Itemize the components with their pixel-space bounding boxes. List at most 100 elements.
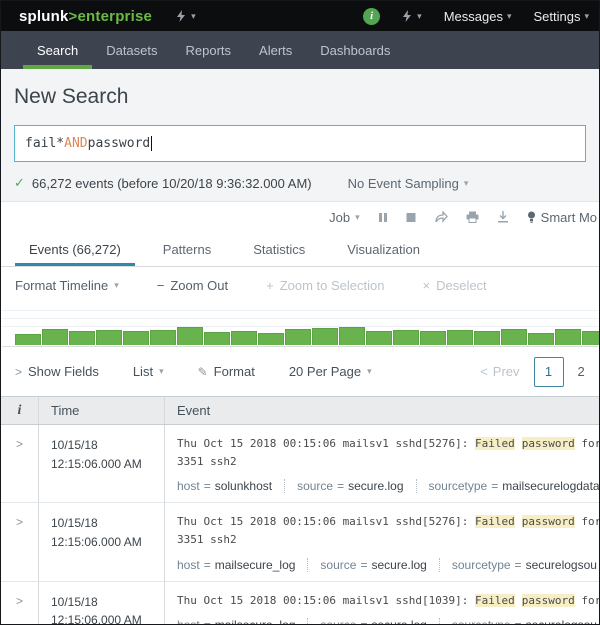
timeline-bar[interactable] <box>15 334 41 345</box>
field-value[interactable]: securelogsou <box>526 558 597 572</box>
job-label: Job <box>329 210 350 225</box>
expand-chevron-icon[interactable]: > <box>16 515 23 529</box>
caret-down-icon: ▾ <box>507 11 512 22</box>
caret-down-icon: ▾ <box>355 212 360 223</box>
timeline-bar[interactable] <box>258 333 284 345</box>
event-fields: host=mailsecure_log source=secure.log so… <box>177 558 599 572</box>
export-button[interactable] <box>497 211 509 223</box>
field-value[interactable]: solunkhost <box>215 479 272 493</box>
timeline-bar[interactable] <box>150 330 176 345</box>
expand-chevron-icon[interactable]: > <box>16 437 23 451</box>
timeline-bar[interactable] <box>501 329 527 345</box>
field-host: host=mailsecure_log <box>177 618 295 625</box>
highlight-term: Failed <box>475 594 515 607</box>
chevron-right-icon: > <box>15 365 22 379</box>
field-sourcetype: sourcetype=mailsecurelogdata <box>416 479 600 493</box>
zoom-out-button[interactable]: − Zoom Out <box>157 278 228 293</box>
nav-item-datasets[interactable]: Datasets <box>92 31 171 69</box>
field-value[interactable]: mailsecure_log <box>215 558 296 572</box>
help-button[interactable]: i <box>363 8 380 25</box>
list-label: List <box>133 364 153 379</box>
highlight-term: password <box>522 437 575 450</box>
field-value[interactable]: secure.log <box>371 558 426 572</box>
timeline-bar[interactable] <box>582 331 600 345</box>
event-text: Thu Oct 15 2018 00:15:06 mailsv1 sshd[52… <box>177 437 475 450</box>
field-value[interactable]: secure.log <box>348 479 403 493</box>
timeline-bar[interactable] <box>447 330 473 345</box>
nav-item-reports[interactable]: Reports <box>172 31 246 69</box>
search-input[interactable]: fail* AND password <box>14 125 586 162</box>
event-date: 10/15/18 <box>51 436 164 455</box>
search-mode-menu[interactable]: Smart Mo <box>527 210 597 225</box>
equals-sign: = <box>360 558 367 572</box>
stop-button[interactable] <box>406 212 416 223</box>
page-2-button[interactable]: 2 <box>578 364 585 379</box>
timeline-bar[interactable] <box>204 332 230 345</box>
timeline-bar[interactable] <box>123 331 149 345</box>
timeline-bar[interactable] <box>285 329 311 345</box>
event-clock: 12:15:06.000 AM <box>51 533 164 552</box>
stop-icon <box>406 212 416 223</box>
messages-menu[interactable]: Messages ▾ <box>444 9 512 24</box>
pause-button[interactable] <box>378 212 388 223</box>
job-summary-row: ✓ 66,272 events (before 10/20/18 9:36:32… <box>14 175 586 191</box>
timeline-chart-bars <box>15 327 598 345</box>
per-page-label: 20 Per Page <box>289 364 361 379</box>
timeline-bar[interactable] <box>42 329 68 345</box>
nav-item-dashboards[interactable]: Dashboards <box>306 31 404 69</box>
timeline-bar[interactable] <box>231 331 257 345</box>
header-event-label: Event <box>177 403 210 418</box>
timeline-bar[interactable] <box>393 330 419 345</box>
tab-statistics[interactable]: Statistics <box>239 232 319 266</box>
caret-down-icon: ▾ <box>584 11 589 22</box>
activity-menu[interactable]: ▾ <box>176 10 196 22</box>
splunk-logo[interactable]: splunk>enterprise <box>19 8 152 25</box>
timeline-bar[interactable] <box>366 331 392 345</box>
activity-button[interactable]: ▾ <box>402 10 422 22</box>
field-label: source <box>320 558 356 572</box>
tab-label: Patterns <box>163 242 211 257</box>
messages-label: Messages <box>444 9 503 24</box>
print-button[interactable] <box>466 211 479 223</box>
list-format-menu[interactable]: List ▾ <box>133 364 164 379</box>
field-value[interactable]: secure.log <box>371 618 426 625</box>
timeline-bar[interactable] <box>474 331 500 345</box>
tab-events[interactable]: Events (66,272) <box>15 232 135 266</box>
nav-item-search[interactable]: Search <box>23 31 92 69</box>
caret-down-icon: ▾ <box>464 178 469 189</box>
format-timeline-menu[interactable]: Format Timeline ▾ <box>15 278 119 293</box>
tab-label: Visualization <box>347 242 420 257</box>
show-fields-button[interactable]: > Show Fields <box>15 364 99 379</box>
timeline-bar[interactable] <box>339 327 365 345</box>
job-menu[interactable]: Job ▾ <box>329 210 360 225</box>
field-label: sourcetype <box>452 618 511 625</box>
event-clock: 12:15:06.000 AM <box>51 611 164 625</box>
format-button[interactable]: ✎ Format <box>198 364 255 379</box>
expand-chevron-icon[interactable]: > <box>16 594 23 608</box>
settings-menu[interactable]: Settings ▾ <box>533 9 589 24</box>
timeline-bar[interactable] <box>69 331 95 345</box>
share-button[interactable] <box>434 211 448 223</box>
field-value[interactable]: securelogsou <box>526 618 597 625</box>
field-sourcetype: sourcetype=securelogsou <box>439 618 597 625</box>
timeline-bar[interactable] <box>555 329 581 345</box>
nav-item-alerts[interactable]: Alerts <box>245 31 306 69</box>
timeline-bar[interactable] <box>420 331 446 345</box>
timeline-histogram <box>2 303 598 347</box>
per-page-menu[interactable]: 20 Per Page ▾ <box>289 364 372 379</box>
tab-patterns[interactable]: Patterns <box>149 232 225 266</box>
event-sampling-menu[interactable]: No Event Sampling ▾ <box>348 176 469 191</box>
tab-visualization[interactable]: Visualization <box>333 232 434 266</box>
field-value[interactable]: mailsecure_log <box>215 618 296 625</box>
timeline-bar[interactable] <box>312 328 338 345</box>
timeline-bar[interactable] <box>96 330 122 345</box>
lightning-icon <box>402 10 413 22</box>
page-1-button[interactable]: 1 <box>534 357 564 387</box>
event-raw-text: 3351 ssh2 <box>177 453 599 471</box>
timeline-bar[interactable] <box>528 333 554 345</box>
event-raw-text: Thu Oct 15 2018 00:15:06 mailsv1 sshd[10… <box>177 592 599 610</box>
event-time: 10/15/18 12:15:06.000 AM <box>39 425 165 502</box>
timeline-bar[interactable] <box>177 327 203 345</box>
field-value[interactable]: mailsecurelogdata <box>502 479 599 493</box>
event-text: Thu Oct 15 2018 00:15:06 mailsv1 sshd[52… <box>177 515 475 528</box>
